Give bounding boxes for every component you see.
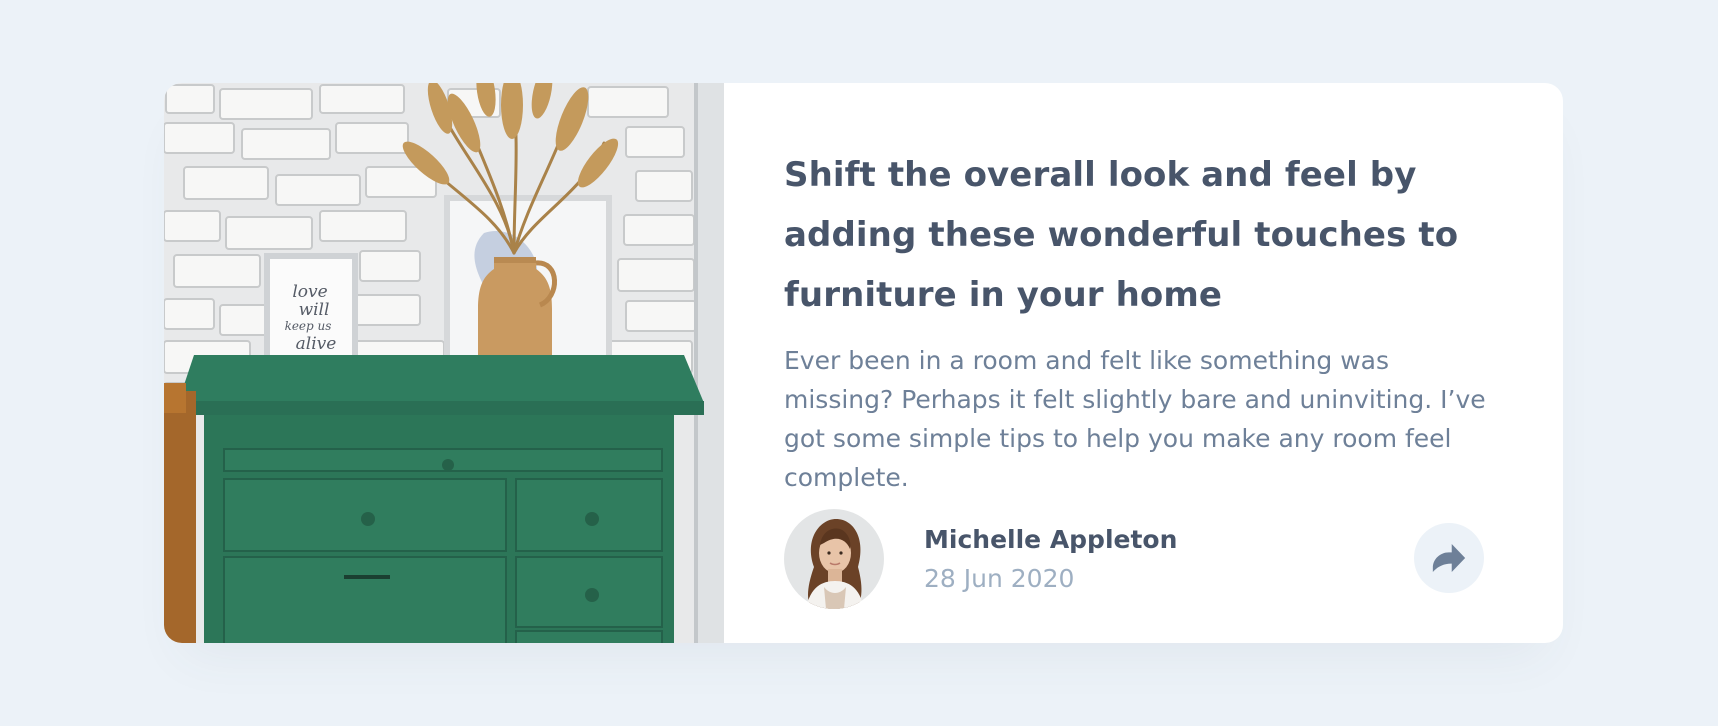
share-arrow-icon [1432, 544, 1466, 572]
article-preview-card: love will keep us alive Shift the overal… [164, 83, 1563, 643]
svg-text:keep us: keep us [285, 319, 332, 333]
author-avatar [784, 509, 884, 609]
article-excerpt: Ever been in a room and felt like someth… [784, 346, 1486, 492]
svg-text:will: will [299, 300, 330, 320]
article-hero-image: love will keep us alive [164, 83, 724, 643]
author-name: Michelle Appleton [924, 525, 1178, 554]
svg-text:alive: alive [296, 334, 337, 354]
article-title[interactable]: Shift the overall look and feel by addin… [784, 145, 1504, 325]
share-button[interactable] [1414, 523, 1484, 593]
svg-text:love: love [292, 282, 327, 302]
article-content: Shift the overall look and feel by addin… [724, 83, 1563, 643]
publish-date: 28 Jun 2020 [924, 564, 1075, 593]
